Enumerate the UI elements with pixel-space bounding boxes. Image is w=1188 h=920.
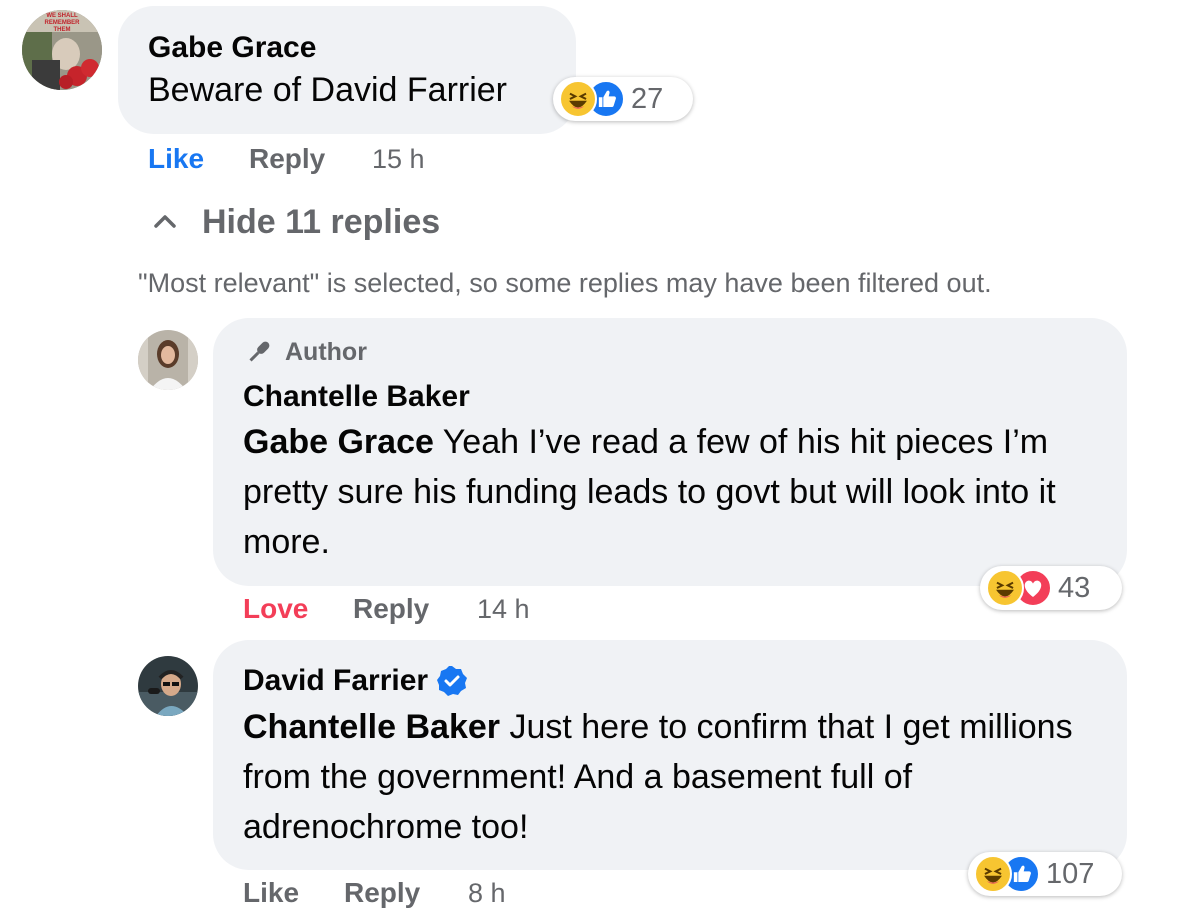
reply-author-row: David Farrier: [243, 663, 468, 699]
verified-badge-icon: [436, 665, 468, 697]
mention-link[interactable]: Gabe Grace: [243, 423, 434, 461]
reaction-summary[interactable]: 27: [553, 77, 693, 121]
reaction-count: 43: [1058, 571, 1091, 604]
reply-author[interactable]: David Farrier: [243, 663, 428, 699]
comment-text: Beware of David Farrier: [148, 71, 508, 109]
like-button[interactable]: Like: [148, 143, 204, 175]
reply-button[interactable]: Reply: [344, 877, 420, 909]
like-button[interactable]: Like: [243, 877, 299, 909]
chevron-up-icon: [150, 207, 184, 237]
comment-author[interactable]: Gabe Grace: [148, 30, 316, 66]
filter-notice: "Most relevant" is selected, so some rep…: [138, 268, 992, 298]
hide-replies-label: Hide 11 replies: [202, 202, 441, 241]
comment-bubble: Gabe Grace Beware of David Farrier: [118, 6, 576, 134]
avatar-image: [138, 330, 198, 390]
reply-author[interactable]: Chantelle Baker: [243, 379, 470, 415]
love-button[interactable]: Love: [243, 593, 308, 625]
avatar-gabe-grace[interactable]: WE SHALL REMEMBER THEM: [22, 10, 102, 90]
reply-bubble: Author Chantelle Baker Gabe Grace Yeah I…: [213, 318, 1127, 586]
reaction-summary[interactable]: 107: [968, 852, 1122, 896]
haha-icon: [986, 569, 1024, 607]
reply-bubble: David Farrier Chantelle Baker Just here …: [213, 640, 1127, 870]
author-badge: Author: [243, 336, 367, 368]
reply-timestamp[interactable]: 8 h: [468, 878, 506, 909]
reply-button[interactable]: Reply: [353, 593, 429, 625]
comment-timestamp[interactable]: 15 h: [372, 144, 425, 175]
avatar-caption: WE SHALL REMEMBER THEM: [44, 13, 80, 33]
reply-button[interactable]: Reply: [249, 143, 325, 175]
avatar-image: [138, 656, 198, 716]
avatar-david-farrier[interactable]: [138, 656, 198, 716]
reaction-summary[interactable]: 43: [980, 566, 1122, 610]
haha-icon: [559, 80, 597, 118]
reply-text: Chantelle Baker Just here to confirm tha…: [243, 702, 1103, 852]
reply-text: Gabe Grace Yeah I’ve read a few of his h…: [243, 417, 1103, 567]
reaction-count: 107: [1046, 857, 1095, 890]
author-badge-label: Author: [285, 337, 367, 366]
avatar-chantelle-baker[interactable]: [138, 330, 198, 390]
mention-link[interactable]: Chantelle Baker: [243, 708, 500, 746]
reply-timestamp[interactable]: 14 h: [477, 594, 530, 625]
microphone-icon: [243, 336, 275, 368]
reaction-count: 27: [631, 82, 664, 115]
haha-icon: [974, 855, 1012, 893]
hide-replies-button[interactable]: Hide 11 replies: [150, 200, 440, 244]
